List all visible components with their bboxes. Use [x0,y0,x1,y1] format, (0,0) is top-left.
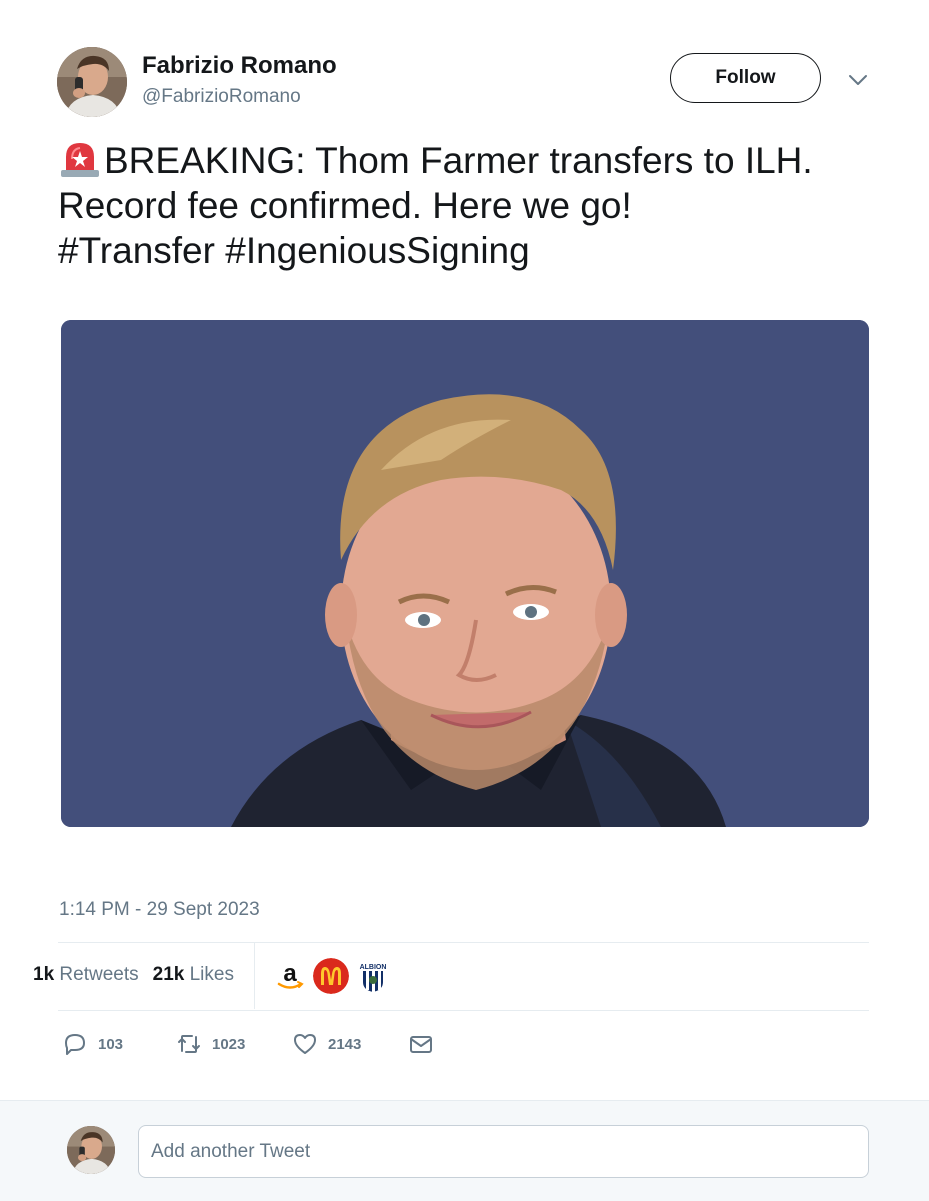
tweet-line-3[interactable]: #Transfer #IngeniousSigning [58,228,908,273]
follow-button[interactable]: Follow [670,53,821,103]
tweet-line-1: BREAKING: Thom Farmer transfers to ILH. [58,137,908,183]
svg-text:ALBION: ALBION [360,964,387,971]
tweet-text: BREAKING: Thom Farmer transfers to ILH. … [58,137,908,273]
likes-stat[interactable]: 21k Likes [153,964,234,985]
author-handle[interactable]: @FabrizioRomano [142,86,301,108]
amazon-logo-icon: a [272,958,308,994]
liker-avatar-albion[interactable]: ALBION [355,958,391,994]
envelope-icon [410,1036,432,1053]
chevron-down-icon[interactable] [846,70,870,90]
reply-count: 103 [98,1035,124,1053]
reply-icon [65,1034,85,1055]
retweets-label: Retweets [59,964,139,985]
tweet-timestamp[interactable]: 1:14 PM - 29 Sept 2023 [59,899,260,921]
tweet-card: Fabrizio Romano @FabrizioRomano Follow B… [0,0,929,1100]
reply-action[interactable]: 103 [62,1031,123,1057]
direct-message-action[interactable] [408,1031,444,1057]
engagement-stats: 1k Retweets 21k Likes [33,964,248,986]
heart-icon [294,1034,316,1054]
retweet-icon [178,1035,200,1053]
user-avatar[interactable] [67,1126,115,1174]
albion-crest-icon: ALBION [355,958,391,994]
author-display-name[interactable]: Fabrizio Romano [142,52,337,80]
retweets-stat[interactable]: 1k Retweets [33,964,139,985]
retweet-action[interactable]: 1023 [176,1031,245,1057]
reply-composer [0,1100,929,1201]
police-car-light-icon [61,143,99,177]
retweet-count: 1023 [212,1035,246,1053]
liker-avatar-amazon[interactable]: a [272,958,308,994]
liker-avatar-mcdonalds[interactable] [313,958,349,994]
tweet-line-2: Record fee confirmed. Here we go! [58,185,632,226]
divider-bottom [58,1010,869,1011]
author-avatar[interactable] [57,47,127,117]
reply-input[interactable] [138,1125,869,1178]
likes-count: 21k [152,964,185,985]
retweets-count: 1k [33,964,55,985]
stats-separator [254,943,255,1009]
svg-text:a: a [283,960,297,987]
likes-label: Likes [189,964,234,985]
tweet-line-1-text: BREAKING: Thom Farmer transfers to ILH. [104,140,813,181]
mcdonalds-logo-icon [313,958,349,994]
like-action[interactable]: 2143 [292,1031,361,1057]
divider-top [58,942,869,943]
tweet-media-photo[interactable] [61,320,869,827]
like-count: 2143 [328,1035,362,1053]
